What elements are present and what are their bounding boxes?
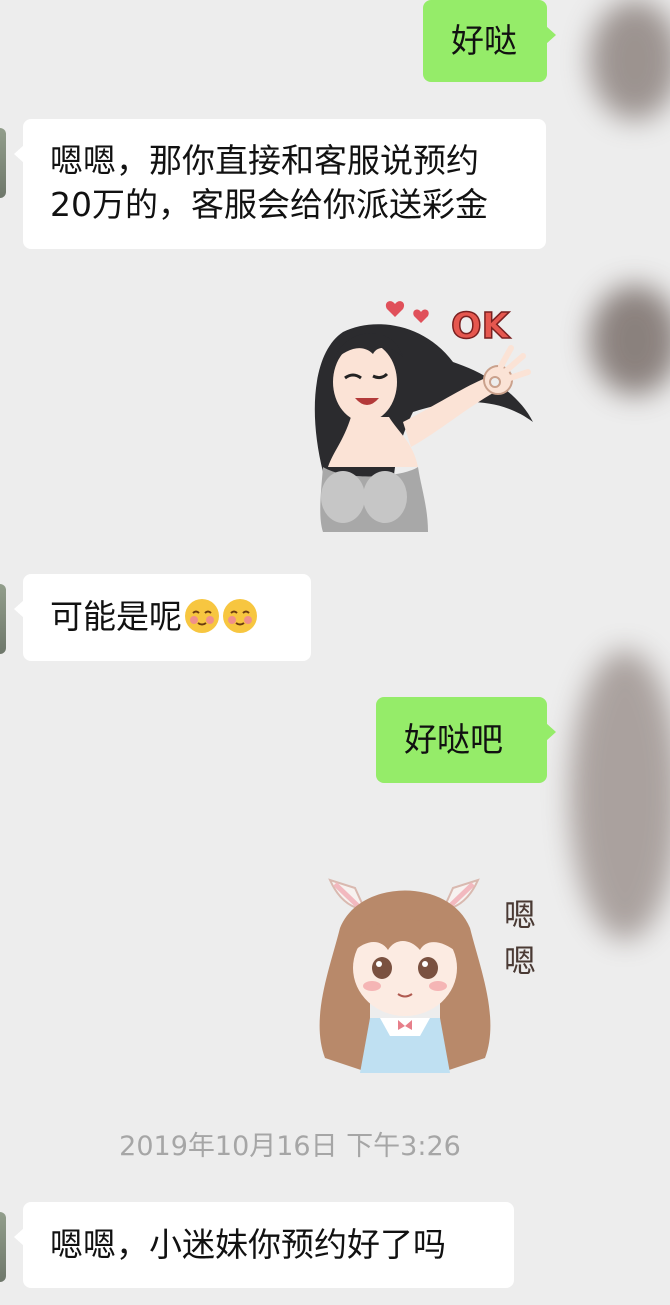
- message-text: 好哒吧: [404, 720, 503, 759]
- blurred-avatar-right[interactable]: [570, 650, 670, 940]
- bunny-ear-girl-sticker-image: 嗯 嗯: [319, 878, 536, 1073]
- ok-girl-sticker-image: OK: [314, 301, 533, 532]
- sticker-caption-line: 嗯: [504, 942, 536, 980]
- message-text: 嗯嗯，小迷妹你预约好了吗: [50, 1225, 446, 1264]
- blush-emoji-icon: [223, 599, 257, 633]
- contact-avatar[interactable]: [0, 128, 6, 198]
- message-text: 可能是呢: [50, 597, 182, 636]
- blurred-avatar-right[interactable]: [590, 285, 670, 395]
- message-bubble-received[interactable]: 嗯嗯，那你直接和客服说预约 20万的，客服会给你派送彩金: [14, 119, 546, 249]
- message-bubble-received[interactable]: 嗯嗯，小迷妹你预约好了吗: [14, 1202, 514, 1288]
- message-bubble-sent[interactable]: 好哒吧: [376, 697, 556, 783]
- message-text-line: 20万的，客服会给你派送彩金: [50, 185, 488, 224]
- bunny-ear-girl-sticker[interactable]: 嗯 嗯: [310, 868, 550, 1078]
- blush-emoji-icon: [185, 599, 219, 633]
- message-bubble-sent[interactable]: 好哒: [423, 0, 556, 82]
- ok-sticker-text: OK: [451, 306, 511, 347]
- message-text: 好哒: [451, 21, 517, 60]
- contact-avatar[interactable]: [0, 584, 6, 654]
- message-bubble-received[interactable]: 可能是呢: [14, 574, 311, 661]
- blurred-avatar-right[interactable]: [590, 0, 670, 120]
- message-timestamp: 2019年10月16日 下午3:26: [119, 1131, 461, 1162]
- contact-avatar[interactable]: [0, 1212, 6, 1282]
- message-text-line: 嗯嗯，那你直接和客服说预约: [50, 141, 479, 180]
- ok-girl-sticker[interactable]: OK: [303, 292, 548, 532]
- sticker-caption-line: 嗯: [504, 896, 536, 934]
